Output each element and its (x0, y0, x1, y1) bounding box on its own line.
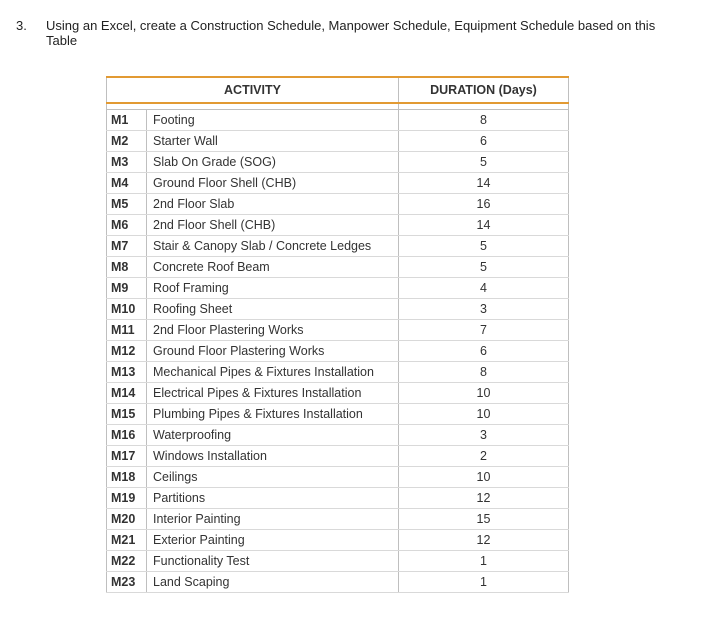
activity-name: Ground Floor Plastering Works (147, 340, 399, 361)
activity-name: 2nd Floor Shell (CHB) (147, 214, 399, 235)
activity-duration: 2 (399, 445, 569, 466)
activity-duration: 1 (399, 571, 569, 592)
activity-code: M19 (107, 487, 147, 508)
table-row: M1Footing8 (107, 109, 569, 130)
table-row: M18Ceilings10 (107, 466, 569, 487)
activity-name: Ceilings (147, 466, 399, 487)
activity-name: Plumbing Pipes & Fixtures Installation (147, 403, 399, 424)
activity-code: M2 (107, 130, 147, 151)
activity-duration: 12 (399, 487, 569, 508)
table-row: M13Mechanical Pipes & Fixtures Installat… (107, 361, 569, 382)
activity-name: Exterior Painting (147, 529, 399, 550)
table-row: M62nd Floor Shell (CHB)14 (107, 214, 569, 235)
activity-name: Starter Wall (147, 130, 399, 151)
table-row: M112nd Floor Plastering Works7 (107, 319, 569, 340)
activity-code: M8 (107, 256, 147, 277)
activity-code: M12 (107, 340, 147, 361)
activity-duration: 10 (399, 466, 569, 487)
table-row: M22Functionality Test1 (107, 550, 569, 571)
activity-code: M11 (107, 319, 147, 340)
activity-code: M7 (107, 235, 147, 256)
activity-name: Interior Painting (147, 508, 399, 529)
activity-duration: 16 (399, 193, 569, 214)
activity-code: M18 (107, 466, 147, 487)
activity-duration: 14 (399, 172, 569, 193)
activity-duration: 8 (399, 109, 569, 130)
activity-name: Roofing Sheet (147, 298, 399, 319)
table-row: M10Roofing Sheet3 (107, 298, 569, 319)
activity-code: M5 (107, 193, 147, 214)
activity-code: M3 (107, 151, 147, 172)
activity-name: Land Scaping (147, 571, 399, 592)
activity-header: ACTIVITY (107, 77, 399, 103)
activity-code: M10 (107, 298, 147, 319)
table-row: M16Waterproofing3 (107, 424, 569, 445)
activity-code: M17 (107, 445, 147, 466)
activity-code: M16 (107, 424, 147, 445)
activity-table: ACTIVITY DURATION (Days) M1Footing8M2Sta… (106, 76, 569, 593)
table-row: M4Ground Floor Shell (CHB)14 (107, 172, 569, 193)
duration-header: DURATION (Days) (399, 77, 569, 103)
table-row: M23Land Scaping1 (107, 571, 569, 592)
table-row: M20Interior Painting15 (107, 508, 569, 529)
activity-code: M13 (107, 361, 147, 382)
activity-duration: 10 (399, 382, 569, 403)
activity-name: Mechanical Pipes & Fixtures Installation (147, 361, 399, 382)
activity-code: M1 (107, 109, 147, 130)
table-row: M19Partitions12 (107, 487, 569, 508)
activity-code: M21 (107, 529, 147, 550)
activity-name: Roof Framing (147, 277, 399, 298)
activity-duration: 15 (399, 508, 569, 529)
activity-name: Partitions (147, 487, 399, 508)
table-row: M3Slab On Grade (SOG)5 (107, 151, 569, 172)
activity-duration: 1 (399, 550, 569, 571)
activity-duration: 14 (399, 214, 569, 235)
table-row: M52nd Floor Slab16 (107, 193, 569, 214)
table-row: M14Electrical Pipes & Fixtures Installat… (107, 382, 569, 403)
activity-name: 2nd Floor Plastering Works (147, 319, 399, 340)
question-number: 3. (16, 18, 34, 48)
table-row: M7Stair & Canopy Slab / Concrete Ledges5 (107, 235, 569, 256)
activity-code: M23 (107, 571, 147, 592)
activity-code: M14 (107, 382, 147, 403)
activity-name: Footing (147, 109, 399, 130)
activity-duration: 7 (399, 319, 569, 340)
activity-code: M9 (107, 277, 147, 298)
activity-code: M15 (107, 403, 147, 424)
table-row: M17Windows Installation2 (107, 445, 569, 466)
table-row: M9Roof Framing4 (107, 277, 569, 298)
activity-duration: 8 (399, 361, 569, 382)
table-row: M21Exterior Painting12 (107, 529, 569, 550)
activity-code: M6 (107, 214, 147, 235)
activity-name: Waterproofing (147, 424, 399, 445)
table-row: M2Starter Wall6 (107, 130, 569, 151)
activity-name: Functionality Test (147, 550, 399, 571)
activity-code: M20 (107, 508, 147, 529)
table-row: M8Concrete Roof Beam5 (107, 256, 569, 277)
table-row: M15Plumbing Pipes & Fixtures Installatio… (107, 403, 569, 424)
activity-name: Slab On Grade (SOG) (147, 151, 399, 172)
activity-duration: 10 (399, 403, 569, 424)
activity-duration: 5 (399, 256, 569, 277)
activity-duration: 12 (399, 529, 569, 550)
question-text: Using an Excel, create a Construction Sc… (46, 18, 689, 48)
activity-name: Electrical Pipes & Fixtures Installation (147, 382, 399, 403)
activity-duration: 5 (399, 151, 569, 172)
activity-code: M4 (107, 172, 147, 193)
activity-duration: 3 (399, 424, 569, 445)
table-row: M12Ground Floor Plastering Works6 (107, 340, 569, 361)
table-header-row: ACTIVITY DURATION (Days) (107, 77, 569, 103)
activity-code: M22 (107, 550, 147, 571)
activity-duration: 5 (399, 235, 569, 256)
activity-name: Windows Installation (147, 445, 399, 466)
activity-duration: 4 (399, 277, 569, 298)
question-block: 3. Using an Excel, create a Construction… (16, 18, 689, 48)
activity-name: Stair & Canopy Slab / Concrete Ledges (147, 235, 399, 256)
activity-name: Concrete Roof Beam (147, 256, 399, 277)
activity-duration: 6 (399, 130, 569, 151)
activity-name: 2nd Floor Slab (147, 193, 399, 214)
activity-name: Ground Floor Shell (CHB) (147, 172, 399, 193)
activity-duration: 3 (399, 298, 569, 319)
activity-duration: 6 (399, 340, 569, 361)
